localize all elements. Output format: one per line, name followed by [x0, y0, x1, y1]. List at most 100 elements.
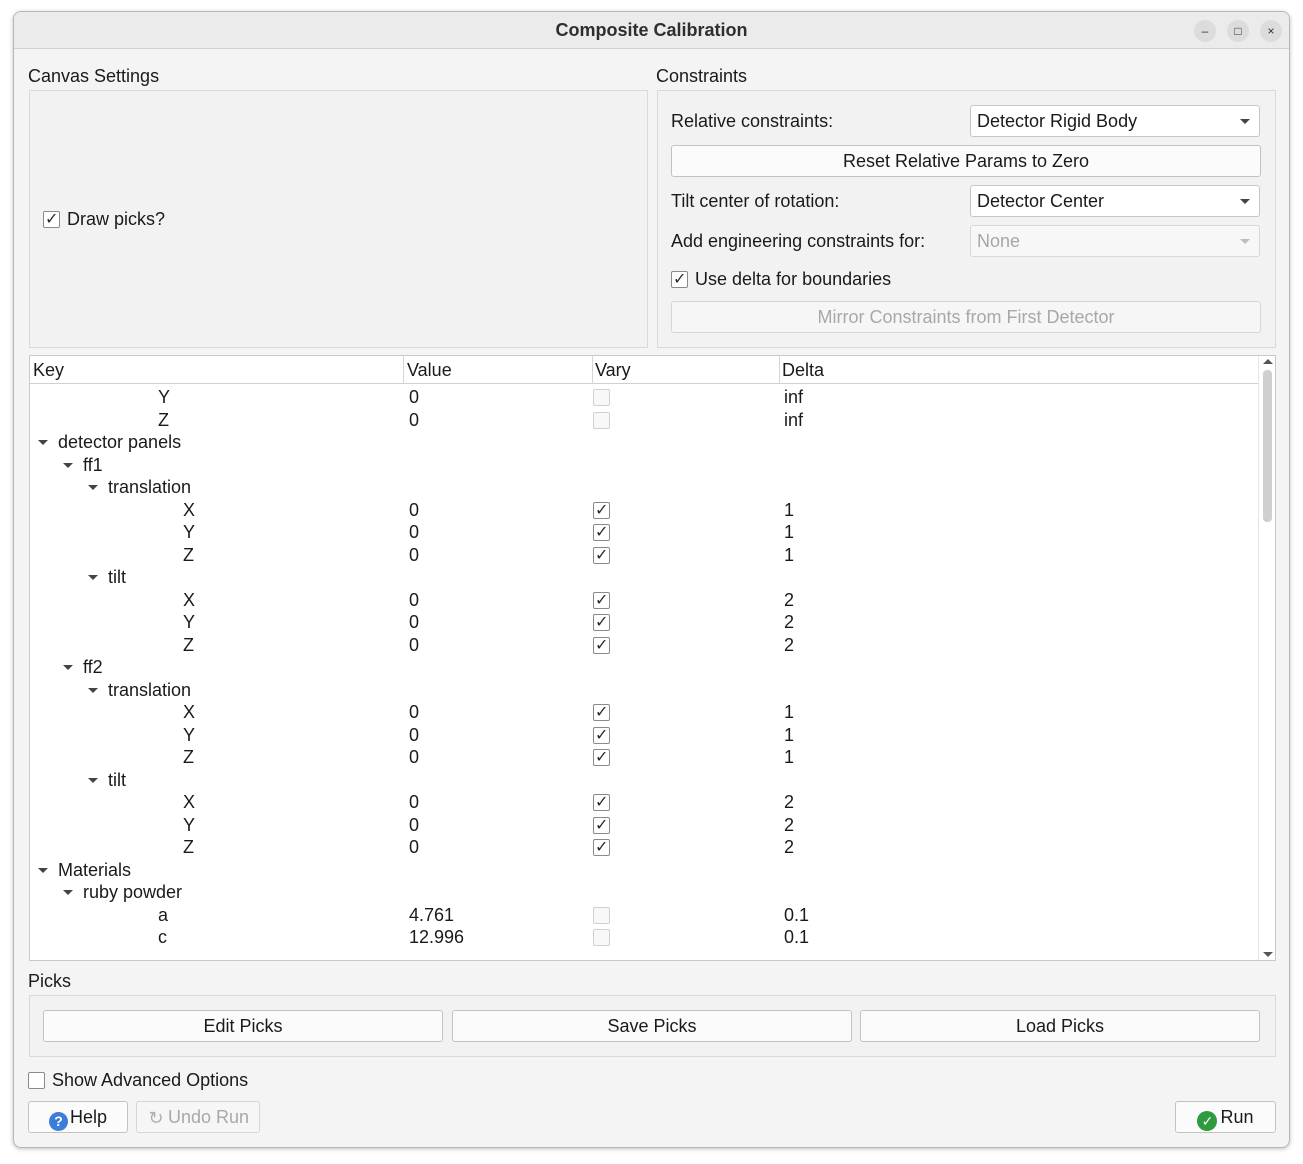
tree-delta[interactable]: 1 — [784, 701, 794, 723]
tree-delta[interactable]: 1 — [784, 724, 794, 746]
draw-picks-checkbox[interactable] — [43, 209, 60, 229]
tree-row[interactable]: X 0 1 — [30, 499, 1258, 522]
tree-row[interactable]: translation — [30, 679, 1258, 702]
vary-checkbox[interactable] — [593, 612, 610, 632]
maximize-button[interactable]: □ — [1227, 20, 1249, 42]
engineering-constraints-dropdown[interactable]: None — [970, 225, 1260, 257]
expand-arrow-icon[interactable] — [88, 687, 98, 693]
tree-row[interactable]: Z 0 1 — [30, 544, 1258, 567]
expand-arrow-icon[interactable] — [63, 462, 73, 468]
use-delta-checkbox-row[interactable]: Use delta for boundaries — [671, 268, 891, 290]
tree-delta[interactable]: inf — [784, 386, 803, 408]
tree-value[interactable]: 0 — [409, 589, 419, 611]
tree-row[interactable]: tilt — [30, 769, 1258, 792]
use-delta-checkbox[interactable] — [671, 269, 688, 289]
scroll-thumb[interactable] — [1263, 370, 1272, 522]
tree-delta[interactable]: 0.1 — [784, 926, 809, 948]
tree-delta[interactable]: 2 — [784, 836, 794, 858]
tree-row[interactable]: ff1 — [30, 454, 1258, 477]
tree-row[interactable]: Materials — [30, 859, 1258, 882]
tree-value[interactable]: 0 — [409, 634, 419, 656]
tree-row[interactable]: detector panels — [30, 431, 1258, 454]
tree-row[interactable]: Y 0 2 — [30, 814, 1258, 837]
tree-value[interactable]: 0 — [409, 724, 419, 746]
vary-checkbox[interactable] — [593, 635, 610, 655]
expand-arrow-icon[interactable] — [63, 665, 73, 670]
tilt-center-dropdown[interactable]: Detector Center — [970, 185, 1260, 217]
tree-row[interactable]: tilt — [30, 566, 1258, 589]
vary-checkbox[interactable] — [593, 929, 610, 946]
vary-checkbox[interactable] — [593, 725, 610, 745]
load-picks-button[interactable]: Load Picks — [860, 1010, 1260, 1042]
expand-arrow-icon[interactable] — [88, 485, 98, 490]
vary-checkbox[interactable] — [593, 522, 610, 542]
expand-arrow-icon[interactable] — [38, 440, 48, 445]
tree-row[interactable]: Y 0 2 — [30, 611, 1258, 634]
tree-value[interactable]: 0 — [409, 521, 419, 543]
header-delta[interactable]: Delta — [782, 360, 824, 381]
close-button[interactable]: × — [1260, 20, 1282, 42]
vary-checkbox[interactable] — [593, 906, 610, 924]
expand-arrow-icon[interactable] — [38, 867, 48, 873]
scroll-up-arrow-icon[interactable] — [1263, 359, 1273, 364]
tree-row[interactable]: X 0 1 — [30, 701, 1258, 724]
tree-row[interactable]: Z 0 2 — [30, 836, 1258, 859]
tree-row[interactable]: Z 0 1 — [30, 746, 1258, 769]
tree-row[interactable]: Z 0 2 — [30, 634, 1258, 657]
tree-row[interactable]: X 0 2 — [30, 589, 1258, 612]
tree-delta[interactable]: 0.1 — [784, 904, 809, 926]
tree-row[interactable]: ruby powder — [30, 881, 1258, 904]
vary-checkbox[interactable] — [593, 389, 610, 406]
tree-row[interactable]: a 4.761 0.1 — [30, 904, 1258, 927]
tree-delta[interactable]: 1 — [784, 521, 794, 543]
vary-checkbox[interactable] — [593, 792, 610, 812]
vary-checkbox[interactable] — [593, 837, 610, 857]
vary-checkbox[interactable] — [593, 815, 610, 835]
tree-value[interactable]: 0 — [409, 386, 419, 408]
draw-picks-checkbox-row[interactable]: Draw picks? — [43, 208, 165, 230]
scroll-down-arrow-icon[interactable] — [1263, 952, 1273, 957]
tree-row[interactable]: Y 0 1 — [30, 521, 1258, 544]
tree-row[interactable]: translation — [30, 476, 1258, 499]
vary-checkbox[interactable] — [593, 702, 610, 722]
tree-value[interactable]: 0 — [409, 544, 419, 566]
tree-delta[interactable]: 2 — [784, 589, 794, 611]
minimize-button[interactable]: – — [1194, 20, 1216, 42]
tree-delta[interactable]: inf — [784, 409, 803, 431]
header-value[interactable]: Value — [407, 360, 452, 381]
advanced-options-checkbox[interactable] — [28, 1071, 45, 1089]
advanced-options-row[interactable]: Show Advanced Options — [28, 1069, 248, 1091]
tree-row[interactable]: c 12.996 0.1 — [30, 926, 1258, 949]
tree-value[interactable]: 0 — [409, 409, 419, 431]
vary-checkbox[interactable] — [593, 747, 610, 767]
reset-relative-params-button[interactable]: Reset Relative Params to Zero — [671, 145, 1261, 177]
tree-delta[interactable]: 1 — [784, 746, 794, 768]
tree-value[interactable]: 0 — [409, 814, 419, 836]
tree-delta[interactable]: 2 — [784, 611, 794, 633]
tree-delta[interactable]: 2 — [784, 634, 794, 656]
tree-value[interactable]: 0 — [409, 701, 419, 723]
save-picks-button[interactable]: Save Picks — [452, 1010, 852, 1042]
tree-delta[interactable]: 2 — [784, 814, 794, 836]
expand-arrow-icon[interactable] — [88, 575, 98, 580]
vary-checkbox[interactable] — [593, 500, 610, 520]
vary-checkbox[interactable] — [593, 411, 610, 429]
mirror-constraints-button[interactable]: Mirror Constraints from First Detector — [671, 301, 1261, 333]
header-vary[interactable]: Vary — [595, 360, 631, 381]
tree-row[interactable]: Y 0 1 — [30, 724, 1258, 747]
tree-row[interactable]: X 0 2 — [30, 791, 1258, 814]
relative-constraints-dropdown[interactable]: Detector Rigid Body — [970, 105, 1260, 137]
edit-picks-button[interactable]: Edit Picks — [43, 1010, 443, 1042]
tree-value[interactable]: 4.761 — [409, 904, 454, 926]
expand-arrow-icon[interactable] — [63, 890, 73, 895]
parameter-tree[interactable]: Key Value Vary Delta Y 0 inf Z 0 inf detector … — [29, 355, 1276, 961]
tree-delta[interactable]: 1 — [784, 544, 794, 566]
tree-row[interactable]: Z 0 inf — [30, 409, 1258, 432]
tree-row[interactable]: ff2 — [30, 656, 1258, 679]
tree-value[interactable]: 0 — [409, 791, 419, 813]
vary-checkbox[interactable] — [593, 590, 610, 610]
tree-value[interactable]: 12.996 — [409, 926, 464, 948]
expand-arrow-icon[interactable] — [88, 777, 98, 783]
help-button[interactable]: ? Help — [28, 1101, 128, 1133]
tree-value[interactable]: 0 — [409, 499, 419, 521]
